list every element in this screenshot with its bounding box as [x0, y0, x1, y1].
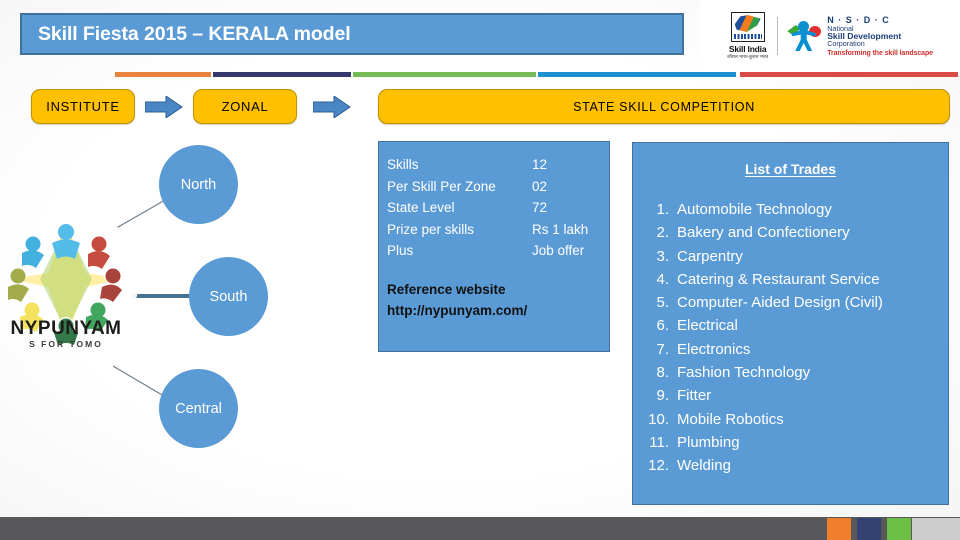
skill-row: Prize per skills Rs 1 lakh [387, 219, 609, 241]
list-item-number: 11. [649, 433, 669, 451]
skill-row-value: 72 [532, 200, 548, 215]
zone-circle-south[interactable]: South [189, 257, 268, 336]
slide-canvas: Skill Fiesta 2015 – KERALA model Skill I… [0, 0, 960, 540]
list-item-label: Fitter [677, 387, 712, 405]
list-item: 6. Electrical [643, 314, 948, 337]
list-item-label: Electrical [677, 317, 738, 335]
nsdc-figure-icon [787, 19, 822, 53]
footer-swatch-tail [912, 518, 960, 540]
skill-row-label: State Level [387, 200, 455, 215]
skill-india-emblem-icon [730, 12, 765, 42]
flow-step-state-skill-competition[interactable]: STATE SKILL COMPETITION [378, 89, 950, 124]
skill-india-logo: Skill India कौशल भारत‑कुशल भारत [727, 12, 768, 60]
skill-row: State Level 72 [387, 197, 609, 219]
list-item: 9. Fitter [643, 384, 948, 407]
skills-summary-panel: Skills 12 Per Skill Per Zone 02 State Level 7… [378, 141, 610, 352]
slide-title-bar: Skill Fiesta 2015 – KERALA model [20, 13, 684, 55]
flow-step-zonal[interactable]: ZONAL [193, 89, 297, 124]
footer-swatch-2 [827, 518, 851, 540]
list-item-number: 6. [656, 317, 669, 335]
decorative-rule-5 [740, 72, 958, 77]
skill-row-label: Per Skill Per Zone [387, 178, 496, 194]
list-item-number: 10. [648, 410, 669, 428]
arrow-right-icon-2 [313, 96, 351, 118]
nsdc-logo: N · S · D · C National Skill Development… [787, 15, 933, 57]
zone-label-north: North [180, 176, 217, 193]
arrow-right-icon-1 [145, 96, 183, 118]
logo-divider [777, 17, 779, 55]
zone-label-south: South [209, 288, 248, 305]
nsdc-line-3: Corporation [827, 39, 865, 49]
reference-label: Reference website [387, 281, 506, 297]
page-title: Skill Fiesta 2015 – KERALA model [38, 22, 351, 45]
list-item-label: Carpentry [677, 247, 743, 265]
nypunyam-wordmark: NYPUNYAM [10, 318, 122, 339]
zone-circle-central[interactable]: Central [159, 369, 238, 448]
list-item-number: 8. [656, 364, 669, 382]
list-item-number: 2. [656, 224, 669, 242]
list-item-label: Automobile Technology [677, 201, 832, 218]
flow-step-institute-label: INSTITUTE [46, 99, 120, 114]
list-item-number: 3. [656, 247, 669, 265]
connector-line-south [131, 294, 195, 298]
list-item: 8. Fashion Technology [643, 361, 948, 384]
skill-row-value: Rs 1 lakh [532, 221, 589, 237]
trades-list: 1. Automobile Technology 2. Bakery and Conf… [633, 198, 948, 478]
list-item-number: 9. [656, 387, 669, 405]
decorative-rule-2 [213, 72, 351, 77]
nypunyam-tagline: S FOR TOMO [29, 339, 103, 349]
skill-india-wordmark: Skill India [728, 44, 767, 54]
trades-panel-title: List of Trades [744, 161, 837, 177]
skill-row-label: Prize per skills [387, 221, 475, 237]
zone-label-central: Central [175, 400, 222, 417]
list-item: 5. Computer- Aided Design (Civil) [643, 291, 948, 314]
list-item-label: Computer- Aided Design (Civil) [677, 294, 883, 312]
skills-rows: Skills 12 Per Skill Per Zone 02 State Level 7… [387, 154, 609, 262]
list-item: 10. Mobile Robotics [643, 408, 948, 431]
list-item: 4. Catering & Restaurant Service [643, 268, 948, 291]
skill-row: Per Skill Per Zone 02 [387, 176, 609, 198]
list-item-label: Catering & Restaurant Service [677, 270, 880, 288]
skill-row-value: 02 [532, 178, 548, 194]
list-item-number: 7. [656, 340, 669, 358]
decorative-rule-3 [353, 72, 536, 77]
flow-step-zonal-label: ZONAL [221, 99, 269, 114]
footer-swatch-3 [857, 518, 881, 540]
list-item-number: 1. [656, 201, 669, 218]
skill-row-label: Plus [387, 243, 414, 258]
trades-panel: List of Trades 1. Automobile Technology 2.… [632, 142, 949, 505]
reference-block: Reference website http://nypunyam.com/ [387, 279, 609, 321]
list-item: 11. Plumbing [643, 431, 948, 454]
decorative-rule-1 [115, 72, 211, 77]
list-item-label: Electronics [677, 340, 751, 358]
decorative-rule-4 [538, 72, 736, 77]
footer-swatch-4 [887, 518, 911, 540]
skill-row-value: 12 [532, 157, 548, 172]
list-item-number: 12. [648, 457, 669, 475]
list-item-label: Plumbing [677, 433, 740, 451]
list-item-number: 5. [656, 294, 669, 312]
logo-band: Skill India कौशल भारत‑कुशल भारत N · S · … [700, 0, 960, 72]
skill-row: Plus Job offer [387, 240, 609, 262]
list-item: 1. Automobile Technology [643, 198, 948, 221]
reference-url[interactable]: http://nypunyam.com/ [387, 300, 609, 321]
flow-step-state-label: STATE SKILL COMPETITION [573, 99, 755, 114]
skill-row-label: Skills [387, 157, 419, 172]
skill-india-subtitle: कौशल भारत‑कुशल भारत [727, 54, 769, 59]
list-item: 2. Bakery and Confectionery [643, 221, 948, 244]
list-item: 7. Electronics [643, 338, 948, 361]
list-item: 3. Carpentry [643, 245, 948, 268]
flow-step-institute[interactable]: INSTITUTE [31, 89, 135, 124]
list-item-label: Bakery and Confectionery [677, 224, 850, 242]
list-item-number: 4. [656, 270, 669, 288]
list-item-label: Mobile Robotics [677, 410, 784, 428]
nsdc-tagline: Transforming the skill landscape [827, 49, 933, 57]
list-item: 12. Welding [643, 454, 948, 477]
footer-swatch-1 [797, 518, 821, 540]
skill-row-value: Job offer [532, 243, 585, 258]
skill-row: Skills 12 [387, 154, 609, 176]
list-item-label: Fashion Technology [677, 364, 811, 382]
list-item-label: Welding [677, 457, 731, 475]
zone-circle-north[interactable]: North [159, 145, 238, 224]
